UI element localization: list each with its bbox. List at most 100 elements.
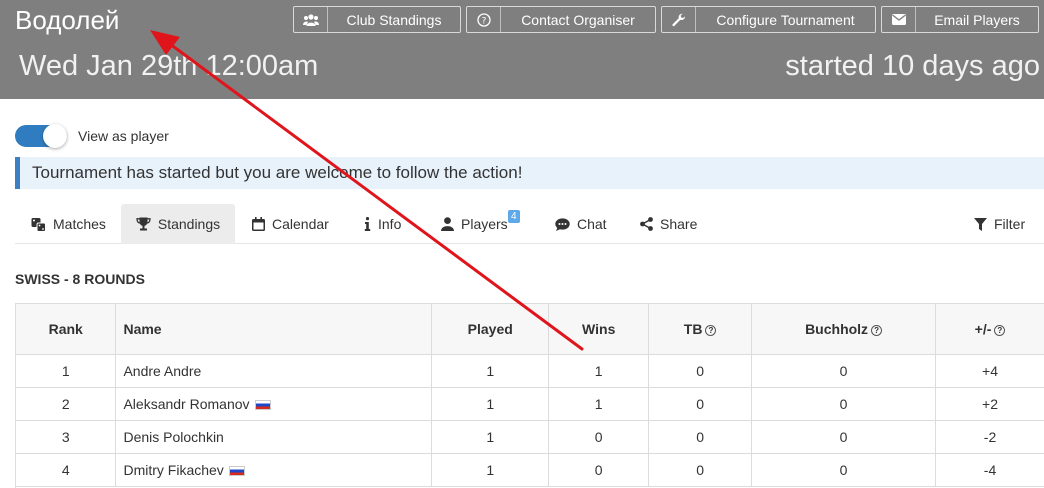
rank-cell: 4 xyxy=(16,453,117,487)
contact-organiser-button[interactable]: ? Contact Organiser xyxy=(466,6,656,33)
rank-cell: 2 xyxy=(16,387,117,421)
filter-button[interactable]: Filter xyxy=(974,204,1025,244)
configure-tournament-button[interactable]: Configure Tournament xyxy=(661,6,876,33)
wins-header-label: Wins xyxy=(582,320,616,337)
wrench-icon xyxy=(662,7,696,32)
tab-share-label: Share xyxy=(660,216,698,232)
tab-info[interactable]: Info xyxy=(364,204,401,244)
played-cell: 1 xyxy=(431,420,550,454)
buchholz-cell: 0 xyxy=(751,354,937,388)
column-header-plusminus[interactable]: +/-? xyxy=(935,304,1044,355)
column-header-wins[interactable]: Wins xyxy=(548,304,650,355)
info-icon xyxy=(364,217,371,231)
rank-cell: 1 xyxy=(16,354,117,388)
dice-icon xyxy=(31,217,46,232)
table-row[interactable]: 2 Aleksandr Romanov 1 1 0 0 +2 xyxy=(16,387,1044,421)
player-name: Aleksandr Romanov xyxy=(123,395,250,412)
wins-cell: 1 xyxy=(548,387,650,421)
tab-info-label: Info xyxy=(378,216,402,232)
wins-cell: 1 xyxy=(548,354,650,388)
table-row[interactable]: 4 Dmitry Fikachev 1 0 0 0 -4 xyxy=(16,453,1044,487)
tab-calendar-label: Calendar xyxy=(272,216,329,232)
comments-icon xyxy=(555,217,570,231)
player-name: Dmitry Fikachev xyxy=(123,461,224,478)
player-name-cell[interactable]: Dmitry Fikachev xyxy=(115,453,433,487)
played-header-label: Played xyxy=(467,320,513,337)
tab-standings[interactable]: Standings xyxy=(121,204,235,244)
tb-cell: 0 xyxy=(648,453,753,487)
plusminus-cell: -2 xyxy=(935,420,1044,454)
column-header-rank[interactable]: Rank xyxy=(16,304,117,355)
toggle-knob xyxy=(43,124,67,148)
rank-header-label: Rank xyxy=(48,320,83,337)
tb-cell: 0 xyxy=(648,387,753,421)
tab-chat[interactable]: Chat xyxy=(555,204,607,244)
tournament-header: Водолей Wed Jan 29th 12:00am started 10 … xyxy=(0,0,1044,99)
played-cell: 1 xyxy=(431,387,550,421)
tournament-title: Водолей xyxy=(15,5,120,35)
contact-organiser-label: Contact Organiser xyxy=(521,11,635,28)
rank-cell: 3 xyxy=(16,420,117,454)
buchholz-cell: 0 xyxy=(751,420,937,454)
tb-header-label: TB xyxy=(683,320,703,337)
player-name-cell[interactable]: Denis Polochkin xyxy=(115,420,433,454)
club-standings-label: Club Standings xyxy=(346,11,442,28)
question-circle-icon: ? xyxy=(467,7,501,32)
table-header-row: Rank Name Played Wins TB? Buchholz? +/-? xyxy=(16,304,1044,355)
plusminus-cell: -4 xyxy=(935,453,1044,487)
club-standings-button[interactable]: Club Standings xyxy=(293,6,461,33)
plusminus-header-label: +/- xyxy=(974,320,992,337)
column-header-name[interactable]: Name xyxy=(115,304,433,355)
buchholz-cell: 0 xyxy=(751,453,937,487)
tournament-date: Wed Jan 29th 12:00am xyxy=(19,50,319,82)
filter-icon xyxy=(974,217,987,231)
russia-flag-icon xyxy=(254,399,271,410)
calendar-icon xyxy=(252,217,265,231)
view-as-player-toggle[interactable] xyxy=(15,124,67,148)
tab-players-label: Players xyxy=(461,216,508,232)
played-cell: 1 xyxy=(431,354,550,388)
trophy-icon xyxy=(136,217,151,231)
section-title: SWISS - 8 ROUNDS xyxy=(15,271,145,287)
column-header-tb[interactable]: TB? xyxy=(648,304,753,355)
column-header-buchholz[interactable]: Buchholz? xyxy=(751,304,937,355)
player-name: Denis Polochkin xyxy=(123,428,224,445)
email-players-label: Email Players xyxy=(934,11,1020,28)
tab-players[interactable]: Players 4 xyxy=(441,204,520,244)
column-header-played[interactable]: Played xyxy=(431,304,550,355)
players-count-badge: 4 xyxy=(508,210,520,223)
email-players-button[interactable]: Email Players xyxy=(881,6,1039,33)
svg-text:?: ? xyxy=(481,16,486,26)
tab-chat-label: Chat xyxy=(577,216,607,232)
table-row[interactable]: 3 Denis Polochkin 1 0 0 0 -2 xyxy=(16,420,1044,454)
help-icon[interactable]: ? xyxy=(871,324,883,336)
tournament-status: started 10 days ago xyxy=(785,50,1040,82)
tab-standings-label: Standings xyxy=(157,216,221,232)
tb-cell: 0 xyxy=(648,354,753,388)
player-name-cell[interactable]: Andre Andre xyxy=(115,354,433,388)
player-name: Andre Andre xyxy=(123,362,202,379)
view-as-player-row: View as player xyxy=(15,124,169,148)
player-name-cell[interactable]: Aleksandr Romanov xyxy=(115,387,433,421)
help-icon[interactable]: ? xyxy=(994,324,1006,336)
tab-share[interactable]: Share xyxy=(640,204,697,244)
share-icon xyxy=(640,217,653,231)
table-row[interactable]: 1 Andre Andre 1 1 0 0 +4 xyxy=(16,354,1044,388)
plusminus-cell: +2 xyxy=(935,387,1044,421)
help-icon[interactable]: ? xyxy=(705,324,717,336)
tab-matches-label: Matches xyxy=(53,216,106,232)
buchholz-header-label: Buchholz xyxy=(805,320,869,337)
view-as-player-label: View as player xyxy=(78,128,169,144)
plusminus-cell: +4 xyxy=(935,354,1044,388)
wins-cell: 0 xyxy=(548,420,650,454)
tab-calendar[interactable]: Calendar xyxy=(252,204,329,244)
name-header-label: Name xyxy=(123,320,162,337)
buchholz-cell: 0 xyxy=(751,387,937,421)
status-notice: Tournament has started but you are welco… xyxy=(15,157,1044,189)
played-cell: 1 xyxy=(431,453,550,487)
tb-cell: 0 xyxy=(648,420,753,454)
tab-matches[interactable]: Matches xyxy=(31,204,106,244)
envelope-icon xyxy=(882,7,916,32)
wins-cell: 0 xyxy=(548,453,650,487)
configure-tournament-label: Configure Tournament xyxy=(716,11,855,28)
